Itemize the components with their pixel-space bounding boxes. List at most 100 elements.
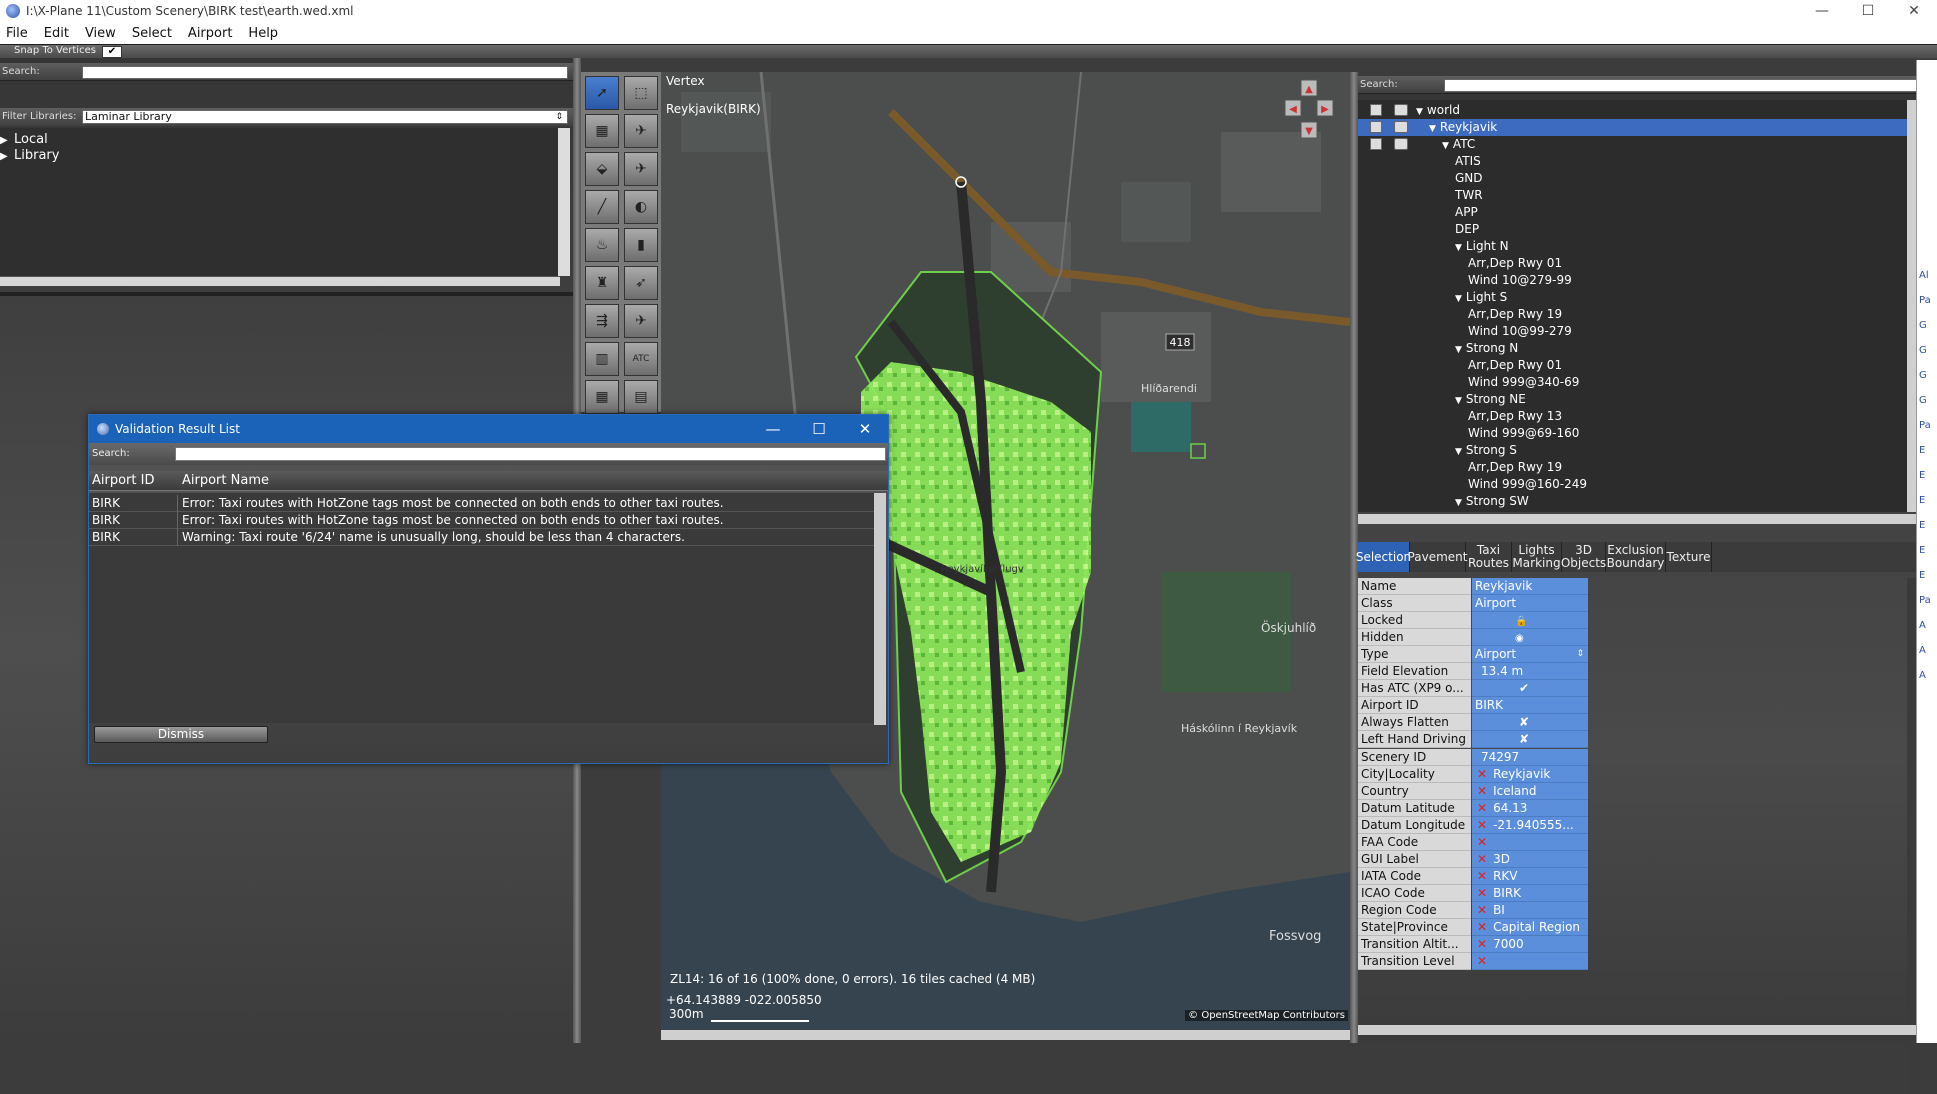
property-value[interactable]: ✕	[1472, 953, 1588, 971]
delete-meta-icon[interactable]: ✕	[1477, 767, 1487, 781]
column-airport-id[interactable]: Airport ID	[92, 473, 154, 488]
tree-row[interactable]: Wind 10@99-279	[1358, 323, 1907, 340]
lock-icon[interactable]: 🔒	[1515, 616, 1527, 627]
collapse-triangle-icon[interactable]: ▼	[1455, 294, 1462, 304]
tree-row[interactable]: TWR	[1358, 187, 1907, 204]
snap-to-vertices-checkbox[interactable]: ✔	[102, 46, 122, 58]
property-value[interactable]: ✕ Iceland	[1472, 782, 1588, 800]
tree-row[interactable]: Arr,Dep Rwy 13	[1358, 408, 1907, 425]
property-value[interactable]: ✕ 64.13	[1472, 799, 1588, 817]
delete-meta-icon[interactable]: ✕	[1477, 818, 1487, 832]
tab-texture[interactable]: Texture	[1666, 542, 1712, 572]
property-value[interactable]: ✕ -21.940555...	[1472, 816, 1588, 834]
property-value[interactable]: ✕ RKV	[1472, 867, 1588, 885]
dialog-minimize-button[interactable]: —	[750, 415, 796, 443]
property-horizontal-scrollbar[interactable]	[1358, 1025, 1919, 1035]
tree-row[interactable]: Wind 999@160-249	[1358, 476, 1907, 493]
result-row[interactable]: BIRK Warning: Taxi route '6/24' name is u…	[89, 529, 874, 546]
delete-meta-icon[interactable]: ✕	[1477, 801, 1487, 815]
visibility-toggle-icon[interactable]	[1394, 121, 1408, 133]
taxiline-tool-button[interactable]: ╱	[585, 190, 619, 224]
property-value[interactable]: Airport	[1472, 595, 1588, 613]
tree-row[interactable]: Wind 10@279-99	[1358, 272, 1907, 289]
sealane-tool-button[interactable]: ⬙	[585, 152, 619, 186]
property-value[interactable]: ✕ 7000	[1472, 936, 1588, 954]
tree-row[interactable]: ▼ Light S	[1358, 289, 1907, 306]
marquee-tool-button[interactable]: ⬚	[624, 76, 658, 110]
menu-view[interactable]: View	[85, 26, 116, 41]
menu-file[interactable]: File	[6, 26, 28, 41]
collapse-triangle-icon[interactable]: ▼	[1416, 107, 1423, 117]
property-value[interactable]: Airport ⇕	[1472, 646, 1588, 664]
property-value[interactable]: ✕	[1472, 833, 1588, 851]
tab-exclusion-boundary[interactable]: Exclusion Boundary	[1606, 542, 1666, 572]
atc-tool-button[interactable]: ATC	[624, 342, 658, 376]
filter-libraries-select[interactable]: Laminar Library ⇕	[82, 110, 568, 124]
delete-meta-icon[interactable]: ✕	[1477, 920, 1487, 934]
property-value[interactable]: ✕ Reykjavik	[1472, 765, 1588, 783]
collapse-triangle-icon[interactable]: ▼	[1455, 498, 1462, 508]
tree-row[interactable]: ▼ Light N	[1358, 238, 1907, 255]
expand-triangle-icon[interactable]: ▶	[0, 135, 14, 146]
tree-row[interactable]: APP	[1358, 204, 1907, 221]
library-vertical-scrollbar[interactable]	[558, 128, 570, 276]
tower-viewpoint-tool-button[interactable]: ♜	[585, 266, 619, 300]
delete-meta-icon[interactable]: ✕	[1477, 954, 1487, 968]
boundary-tool-button[interactable]: ◐	[624, 190, 658, 224]
object-tool-button[interactable]: ▤	[624, 380, 658, 414]
runway-tool-button[interactable]: ▦	[585, 114, 619, 148]
delete-meta-icon[interactable]: ✕	[1477, 937, 1487, 951]
result-row[interactable]: BIRK Error: Taxi routes with HotZone tags…	[89, 512, 874, 529]
collapse-triangle-icon[interactable]: ▼	[1455, 447, 1462, 457]
tree-row[interactable]: ATIS	[1358, 153, 1907, 170]
delete-meta-icon[interactable]: ✕	[1477, 852, 1487, 866]
collapse-triangle-icon[interactable]: ▼	[1442, 141, 1449, 151]
tree-row[interactable]: ▼ Reykjavik	[1358, 119, 1907, 136]
property-value[interactable]: ✘	[1472, 731, 1588, 749]
collapse-triangle-icon[interactable]: ▼	[1429, 124, 1436, 134]
dialog-titlebar[interactable]: Validation Result List — ☐ ✕	[89, 415, 888, 443]
collapse-triangle-icon[interactable]: ▼	[1455, 396, 1462, 406]
menu-help[interactable]: Help	[248, 26, 278, 41]
delete-meta-icon[interactable]: ✕	[1477, 784, 1487, 798]
vertex-tool-button[interactable]: ➚	[585, 76, 619, 110]
tab-3d-objects[interactable]: 3D Objects	[1561, 542, 1606, 572]
tree-row[interactable]: Wind 999@69-160	[1358, 425, 1907, 442]
property-value[interactable]: ✕ 3D	[1472, 850, 1588, 868]
lock-toggle-icon[interactable]	[1370, 104, 1382, 116]
results-vertical-scrollbar[interactable]	[874, 493, 886, 725]
forest-tool-button[interactable]: ▦	[585, 380, 619, 414]
beacon-tool-button[interactable]: ✈	[624, 304, 658, 338]
windsock-tool-button[interactable]: ➶	[624, 266, 658, 300]
ramp-start-tool-button[interactable]: ✈	[624, 152, 658, 186]
property-value[interactable]: 13.4 m	[1472, 663, 1588, 681]
delete-meta-icon[interactable]: ✕	[1477, 869, 1487, 883]
hierarchy-horizontal-scrollbar[interactable]	[1358, 514, 1919, 524]
property-value[interactable]: BIRK	[1472, 697, 1588, 715]
helipad-tool-button[interactable]: ✈	[624, 114, 658, 148]
menu-edit[interactable]: Edit	[44, 26, 69, 41]
delete-meta-icon[interactable]: ✕	[1477, 886, 1487, 900]
tab-selection[interactable]: Selection	[1356, 542, 1411, 572]
dialog-search-input[interactable]	[175, 447, 886, 461]
facade-tool-button[interactable]: ▥	[585, 342, 619, 376]
property-value[interactable]: ✔	[1472, 680, 1588, 698]
library-search-input[interactable]	[82, 66, 568, 79]
tab-taxi-routes[interactable]: Taxi Routes	[1466, 542, 1512, 572]
library-item-library[interactable]: ▶ Library	[0, 148, 59, 163]
expand-triangle-icon[interactable]: ▶	[0, 151, 14, 162]
property-value[interactable]: ◉	[1472, 629, 1588, 647]
map-horizontal-scrollbar[interactable]	[661, 1030, 1350, 1040]
tree-row[interactable]: Arr,Dep Rwy 01	[1358, 357, 1907, 374]
property-value[interactable]: ✕ BIRK	[1472, 884, 1588, 902]
tree-row[interactable]: Wind 999@340-69	[1358, 374, 1907, 391]
library-horizontal-scrollbar[interactable]	[0, 276, 560, 286]
result-row[interactable]: BIRK Error: Taxi routes with HotZone tags…	[89, 495, 874, 512]
sign-tool-button[interactable]: ▮	[624, 228, 658, 262]
menu-select[interactable]: Select	[132, 26, 172, 41]
light-fixture-tool-button[interactable]: ♨	[585, 228, 619, 262]
property-value[interactable]: ✕ BI	[1472, 901, 1588, 919]
visibility-toggle-icon[interactable]	[1394, 138, 1408, 150]
tree-row[interactable]: ▼ ATC	[1358, 136, 1907, 153]
tree-row[interactable]: ▼ Strong NE	[1358, 391, 1907, 408]
